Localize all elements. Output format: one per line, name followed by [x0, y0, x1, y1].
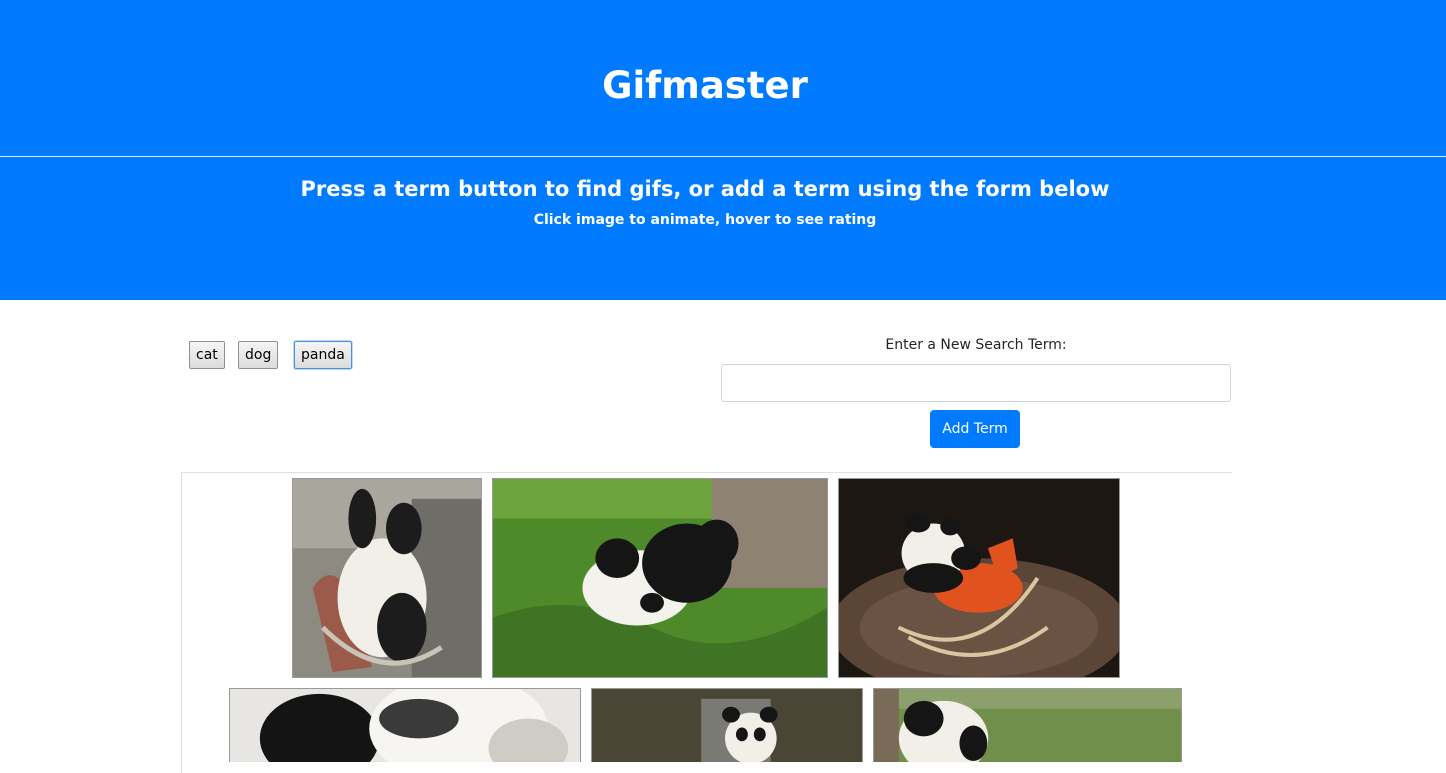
instructions-subtext: Click image to animate, hover to see rat…: [533, 212, 877, 228]
panda-grass-image[interactable]: [873, 688, 1182, 762]
term-button-panda[interactable]: panda: [294, 341, 352, 369]
page-title: Gifmaster: [602, 64, 808, 107]
term-button-cat[interactable]: cat: [189, 341, 225, 369]
panda-rocking-chair-image[interactable]: [292, 478, 482, 678]
instructions-lead: Press a term button to find gifs, or add…: [300, 177, 1110, 201]
panda-office-image[interactable]: [591, 688, 863, 762]
header-divider: [0, 156, 1446, 157]
new-term-label: Enter a New Search Term:: [885, 337, 1067, 353]
panda-rolling-grass-image[interactable]: [492, 478, 828, 678]
panda-rocking-horse-image[interactable]: [838, 478, 1120, 678]
term-button-dog[interactable]: dog: [238, 341, 279, 369]
jumbotron-header: Gifmaster Press a term button to find gi…: [0, 0, 1446, 300]
new-term-input[interactable]: [721, 364, 1231, 402]
panda-closeup-image[interactable]: [229, 688, 581, 762]
add-term-button[interactable]: Add Term: [930, 410, 1020, 448]
